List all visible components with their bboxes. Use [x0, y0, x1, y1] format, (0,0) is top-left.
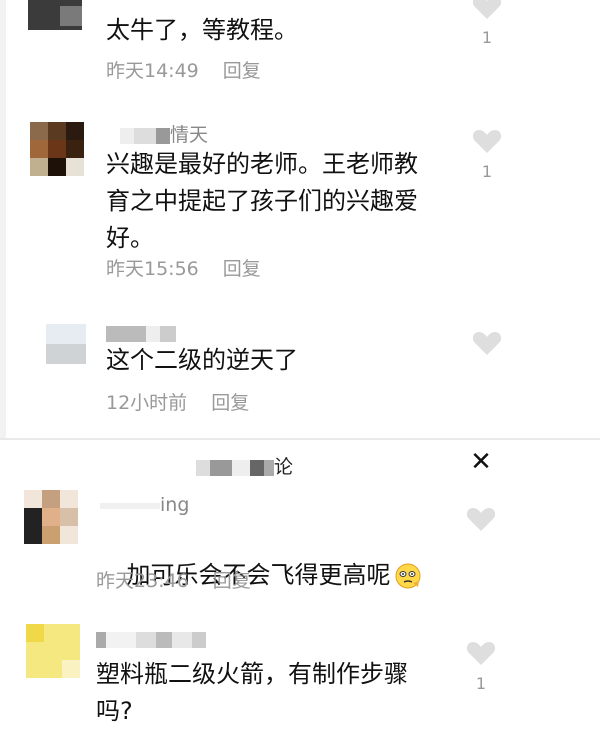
- avatar[interactable]: [28, 0, 82, 30]
- close-button[interactable]: ✕: [466, 447, 496, 477]
- comment-list-top: 太牛了，等教程。 昨天14:49 回复 1 情天 兴趣是最好的老师。王老师教 育之…: [0, 0, 600, 440]
- reply-button[interactable]: 回复: [223, 60, 261, 82]
- like-button[interactable]: 1: [472, 128, 502, 181]
- comment-text: 塑料瓶二级火箭，有制作步骤 吗?: [96, 660, 408, 725]
- username[interactable]: ing: [100, 494, 189, 516]
- username[interactable]: [96, 628, 206, 650]
- heart-icon: [466, 508, 496, 531]
- comment-time: 12小时前: [106, 392, 188, 414]
- thinking-emoji-icon: [393, 561, 423, 591]
- like-count: 1: [481, 28, 493, 47]
- comment-time: 昨天23:46: [96, 570, 189, 592]
- heart-icon: [472, 0, 502, 19]
- avatar[interactable]: [30, 122, 84, 176]
- avatar[interactable]: [26, 624, 80, 678]
- like-button[interactable]: 1: [466, 640, 496, 693]
- comment-meta: 昨天15:56 回复: [106, 254, 261, 281]
- like-count: 1: [481, 162, 493, 181]
- like-count: 1: [475, 674, 487, 693]
- like-button[interactable]: [472, 330, 502, 356]
- username[interactable]: 情天: [120, 120, 208, 147]
- reply-button[interactable]: 回复: [223, 258, 261, 280]
- comment-time: 昨天15:56: [106, 258, 199, 280]
- heart-icon: [466, 642, 496, 665]
- comments-header-title: 论: [196, 452, 293, 479]
- comment-text: 兴趣是最好的老师。王老师教 育之中提起了孩子们的兴趣爱 好。: [106, 150, 418, 252]
- comment-time: 昨天14:49: [106, 60, 199, 82]
- comment-meta: 昨天23:46 回复: [96, 566, 251, 593]
- comment-meta: 12小时前 回复: [106, 388, 249, 415]
- reply-button[interactable]: 回复: [211, 392, 249, 414]
- reply-button[interactable]: 回复: [213, 570, 251, 592]
- avatar[interactable]: [46, 324, 86, 364]
- avatar[interactable]: [24, 490, 78, 544]
- heart-icon: [472, 130, 502, 153]
- username[interactable]: [106, 322, 176, 344]
- comment-text: 这个二级的逆天了: [106, 346, 298, 374]
- comment-text: 太牛了，等教程。: [106, 16, 298, 44]
- like-button[interactable]: 1: [472, 0, 502, 47]
- close-icon: ✕: [470, 447, 492, 477]
- like-button[interactable]: [466, 506, 496, 532]
- heart-icon: [472, 332, 502, 355]
- comment-meta: 昨天14:49 回复: [106, 56, 261, 83]
